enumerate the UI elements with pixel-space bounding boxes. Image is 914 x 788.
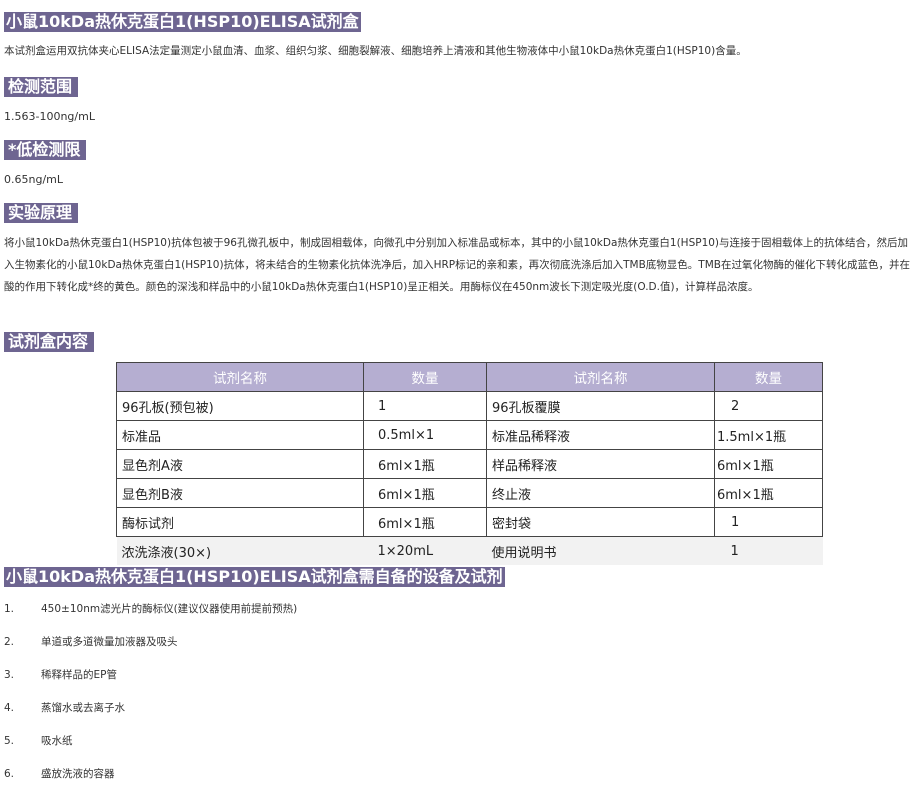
limit-value: 0.65ng/mL: [4, 173, 63, 186]
table-row: 96孔板(预包被) 1 96孔板覆膜 2: [116, 391, 823, 421]
header-quantity-1: 数量: [363, 362, 487, 392]
cell-reagent: 终止液: [486, 478, 715, 508]
table-row: 酶标试剂 6ml×1瓶 密封袋 1: [116, 507, 823, 537]
cell-reagent: 样品稀释液: [486, 449, 715, 479]
list-item: 5. 吸水纸: [4, 730, 73, 752]
table-header-row: 试剂名称 数量 试剂名称 数量: [116, 362, 823, 392]
section-title-limit: *低检测限: [4, 140, 87, 160]
list-item-number: 4.: [4, 702, 15, 714]
header-quantity-2: 数量: [714, 362, 823, 392]
section-title-equipment: 小鼠10kDa热休克蛋白1(HSP10)ELISA试剂盒需自备的设备及试剂: [4, 567, 505, 587]
list-item-text: 蒸馏水或去离子水: [41, 702, 125, 714]
cell-reagent: 浓洗涤液(30×): [116, 536, 364, 565]
list-item: 4. 蒸馏水或去离子水: [4, 697, 125, 719]
list-item-number: 1.: [4, 603, 15, 615]
cell-quantity: 6ml×1瓶: [714, 449, 823, 479]
list-item: 1. 450±10nm滤光片的酶标仪(建议仪器使用前提前预热): [4, 598, 297, 620]
list-item: 6. 盛放洗液的容器: [4, 763, 115, 785]
table-row: 显色剂A液 6ml×1瓶 样品稀释液 6ml×1瓶: [116, 449, 823, 479]
cell-quantity: 6ml×1瓶: [363, 478, 487, 508]
table-row: 浓洗涤液(30×) 1×20mL 使用说明书 1: [116, 536, 823, 565]
list-item-number: 3.: [4, 669, 15, 681]
document-page: 小鼠10kDa热休克蛋白1(HSP10)ELISA试剂盒 本试剂盒运用双抗体夹心…: [0, 0, 914, 788]
cell-quantity: 1.5ml×1瓶: [714, 420, 823, 450]
cell-reagent: 标准品稀释液: [486, 420, 715, 450]
cell-quantity: 1: [714, 507, 823, 537]
section-title-principle: 实验原理: [4, 203, 79, 223]
cell-quantity: 0.5ml×1: [363, 420, 487, 450]
list-item-text: 450±10nm滤光片的酶标仪(建议仪器使用前提前预热): [41, 603, 298, 615]
list-item: 2. 单道或多道微量加液器及吸头: [4, 631, 178, 653]
table-row: 标准品 0.5ml×1 标准品稀释液 1.5ml×1瓶: [116, 420, 823, 450]
section-title-kit-label: 试剂盒内容: [8, 332, 89, 351]
list-item-text: 盛放洗液的容器: [41, 768, 115, 780]
page-title: 小鼠10kDa热休克蛋白1(HSP10)ELISA试剂盒: [4, 12, 361, 32]
intro-text: 本试剂盒运用双抗体夹心ELISA法定量测定小鼠血清、血浆、组织匀浆、细胞裂解液、…: [4, 45, 747, 57]
principle-text: 将小鼠10kDa热休克蛋白1(HSP10)抗体包被于96孔微孔板中，制成固相载体…: [4, 237, 910, 293]
cell-reagent: 显色剂A液: [116, 449, 364, 479]
cell-reagent: 使用说明书: [486, 536, 715, 565]
range-value: 1.563-100ng/mL: [4, 110, 95, 123]
cell-quantity: 1: [714, 536, 823, 565]
header-reagent-name-2: 试剂名称: [486, 362, 715, 392]
header-reagent-name-1: 试剂名称: [116, 362, 364, 392]
cell-quantity: 6ml×1瓶: [363, 449, 487, 479]
list-item-text: 吸水纸: [41, 735, 73, 747]
cell-reagent: 显色剂B液: [116, 478, 364, 508]
section-title-limit-label: *低检测限: [8, 140, 81, 159]
kit-contents-table: 试剂名称 数量 试剂名称 数量 96孔板(预包被) 1 96孔板覆膜 2 标准品…: [116, 362, 823, 565]
section-title-kit: 试剂盒内容: [4, 332, 95, 352]
section-title-range: 检测范围: [4, 77, 79, 97]
list-item-text: 单道或多道微量加液器及吸头: [41, 636, 178, 648]
section-title-principle-label: 实验原理: [8, 203, 73, 222]
section-title-equipment-label: 小鼠10kDa热休克蛋白1(HSP10)ELISA试剂盒需自备的设备及试剂: [6, 567, 503, 586]
list-item-number: 2.: [4, 636, 15, 648]
cell-reagent: 96孔板覆膜: [486, 391, 715, 421]
table-row: 显色剂B液 6ml×1瓶 终止液 6ml×1瓶: [116, 478, 823, 508]
cell-reagent: 96孔板(预包被): [116, 391, 364, 421]
cell-reagent: 标准品: [116, 420, 364, 450]
cell-quantity: 6ml×1瓶: [714, 478, 823, 508]
list-item-number: 5.: [4, 735, 15, 747]
cell-reagent: 酶标试剂: [116, 507, 364, 537]
cell-quantity: 1×20mL: [363, 536, 487, 565]
list-item: 3. 稀释样品的EP管: [4, 664, 117, 686]
cell-quantity: 2: [714, 391, 823, 421]
cell-quantity: 6ml×1瓶: [363, 507, 487, 537]
cell-reagent: 密封袋: [486, 507, 715, 537]
cell-quantity: 1: [363, 391, 487, 421]
section-title-range-label: 检测范围: [8, 77, 73, 96]
list-item-text: 稀释样品的EP管: [41, 669, 117, 681]
list-item-number: 6.: [4, 768, 15, 780]
